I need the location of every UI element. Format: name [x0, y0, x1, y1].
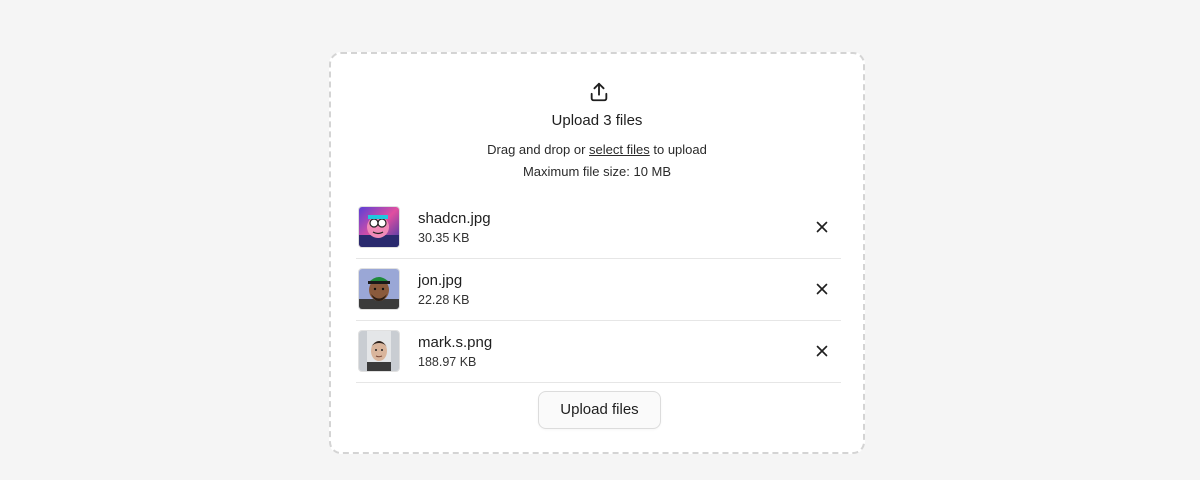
close-icon[interactable] — [813, 280, 831, 298]
close-icon[interactable] — [813, 342, 831, 360]
upload-files-button[interactable]: Upload files — [538, 391, 661, 429]
file-size: 30.35 KB — [418, 231, 470, 245]
file-thumbnail — [358, 268, 400, 310]
file-item: mark.s.png 188.97 KB — [356, 321, 841, 383]
file-thumbnail — [358, 206, 400, 248]
file-item: jon.jpg 22.28 KB — [356, 259, 841, 321]
file-item: shadcn.jpg 30.35 KB — [356, 197, 841, 259]
file-name: jon.jpg — [418, 272, 463, 289]
file-thumbnail — [358, 330, 400, 372]
select-files-link[interactable]: select files — [589, 142, 650, 157]
upload-icon — [590, 82, 608, 102]
file-dropzone[interactable]: Upload 3 files Drag and drop or select f… — [329, 52, 865, 454]
file-name: mark.s.png — [418, 334, 493, 351]
hint-prefix: Drag and drop or — [487, 142, 586, 157]
upload-hint: Drag and drop or select files to upload — [331, 142, 863, 157]
close-icon[interactable] — [813, 218, 831, 236]
file-list: shadcn.jpg 30.35 KB jon.jpg 22.28 KB mar… — [356, 197, 841, 383]
file-name: shadcn.jpg — [418, 210, 491, 227]
file-size: 22.28 KB — [418, 293, 470, 307]
upload-title: Upload 3 files — [551, 112, 643, 129]
max-file-size: Maximum file size: 10 MB — [522, 164, 672, 179]
hint-suffix: to upload — [653, 142, 707, 157]
file-size: 188.97 KB — [418, 355, 477, 369]
